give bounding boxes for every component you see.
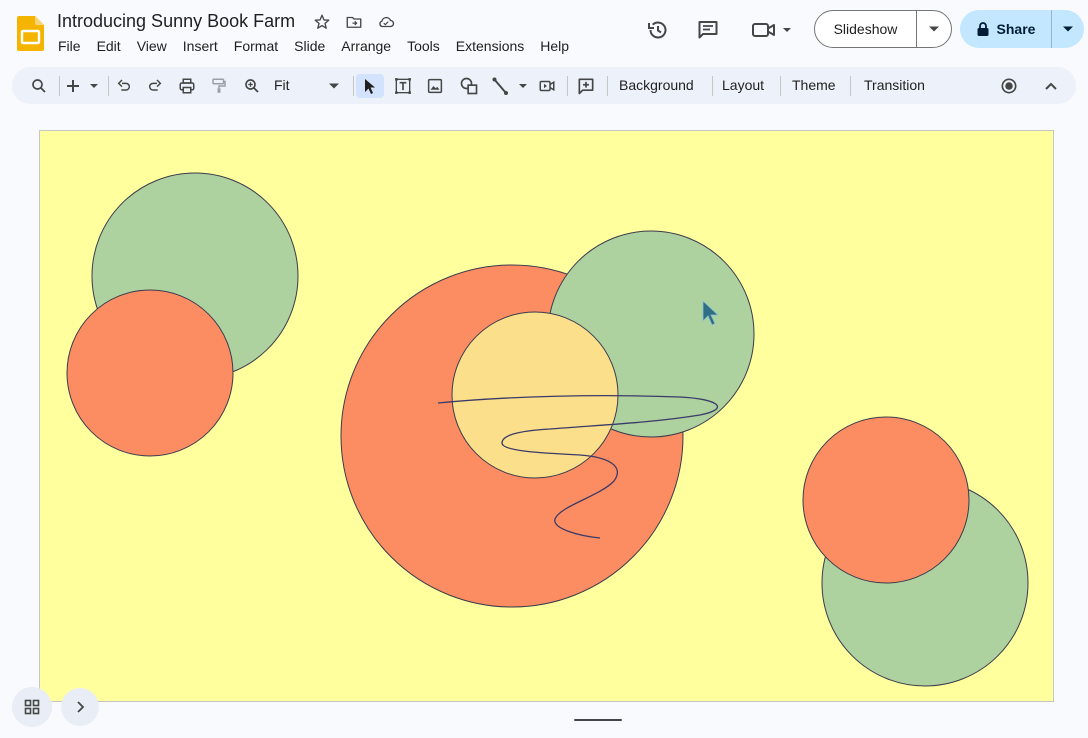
- menu-view[interactable]: View: [129, 37, 175, 55]
- theme-button[interactable]: Theme: [792, 76, 836, 94]
- zoom-dropdown-icon[interactable]: [324, 74, 344, 98]
- slide-canvas[interactable]: [39, 130, 1054, 702]
- slideshow-dropdown-icon[interactable]: [917, 11, 951, 47]
- search-icon[interactable]: [26, 74, 52, 98]
- share-button[interactable]: Share: [960, 10, 1052, 48]
- grid-view-button[interactable]: [12, 687, 52, 727]
- expand-filmstrip-button[interactable]: [61, 688, 99, 726]
- zoom-icon[interactable]: [240, 74, 264, 98]
- share-label: Share: [996, 21, 1036, 37]
- collapse-icon[interactable]: [1039, 74, 1063, 98]
- chevron-right-icon: [75, 700, 85, 714]
- meet-call-icon[interactable]: [748, 16, 796, 44]
- main-toolbar: Fit Background Layout Theme Transition: [12, 67, 1076, 104]
- slides-logo-icon[interactable]: [17, 16, 44, 51]
- undo-icon[interactable]: [112, 74, 136, 98]
- orange-circle-left[interactable]: [66, 289, 234, 457]
- menu-insert[interactable]: Insert: [175, 37, 226, 55]
- print-icon[interactable]: [175, 74, 199, 98]
- slideshow-button[interactable]: Slideshow: [815, 11, 917, 47]
- document-title[interactable]: Introducing Sunny Book Farm: [57, 9, 295, 33]
- move-folder-icon[interactable]: [344, 12, 364, 32]
- record-icon[interactable]: [996, 74, 1022, 98]
- comments-icon[interactable]: [694, 16, 722, 44]
- select-icon[interactable]: [356, 74, 384, 98]
- background-button[interactable]: Background: [619, 76, 694, 94]
- paint-format-icon[interactable]: [207, 74, 231, 98]
- shape-icon[interactable]: [457, 74, 481, 98]
- transition-button[interactable]: Transition: [864, 76, 925, 94]
- orange-circle-right[interactable]: [802, 416, 970, 584]
- slideshow-split-button: Slideshow: [814, 10, 952, 48]
- zoom-select[interactable]: Fit: [274, 76, 290, 94]
- line-icon[interactable]: [490, 74, 532, 98]
- menu-help[interactable]: Help: [532, 37, 577, 55]
- comment-add-icon[interactable]: [573, 74, 599, 98]
- speaker-notes-resize-handle[interactable]: [574, 719, 622, 721]
- share-dropdown-icon[interactable]: [1052, 10, 1084, 48]
- video-icon[interactable]: [534, 74, 560, 98]
- menu-tools[interactable]: Tools: [399, 37, 448, 55]
- menu-extensions[interactable]: Extensions: [448, 37, 532, 55]
- star-icon[interactable]: [312, 12, 332, 32]
- text-box-icon[interactable]: [390, 74, 416, 98]
- menu-edit[interactable]: Edit: [89, 37, 129, 55]
- layout-button[interactable]: Layout: [722, 76, 764, 94]
- new-slide-icon[interactable]: [62, 74, 102, 98]
- image-icon[interactable]: [423, 74, 447, 98]
- redo-icon[interactable]: [143, 74, 167, 98]
- share-split-button: Share: [960, 10, 1084, 48]
- menu-format[interactable]: Format: [226, 37, 286, 55]
- cloud-status-icon[interactable]: [376, 12, 396, 32]
- grid-icon: [24, 699, 40, 715]
- lock-icon: [976, 21, 990, 37]
- menu-bar: File Edit View Insert Format Slide Arran…: [50, 37, 577, 55]
- menu-file[interactable]: File: [50, 37, 89, 55]
- menu-slide[interactable]: Slide: [286, 37, 333, 55]
- version-history-icon[interactable]: [644, 16, 672, 44]
- menu-arrange[interactable]: Arrange: [333, 37, 399, 55]
